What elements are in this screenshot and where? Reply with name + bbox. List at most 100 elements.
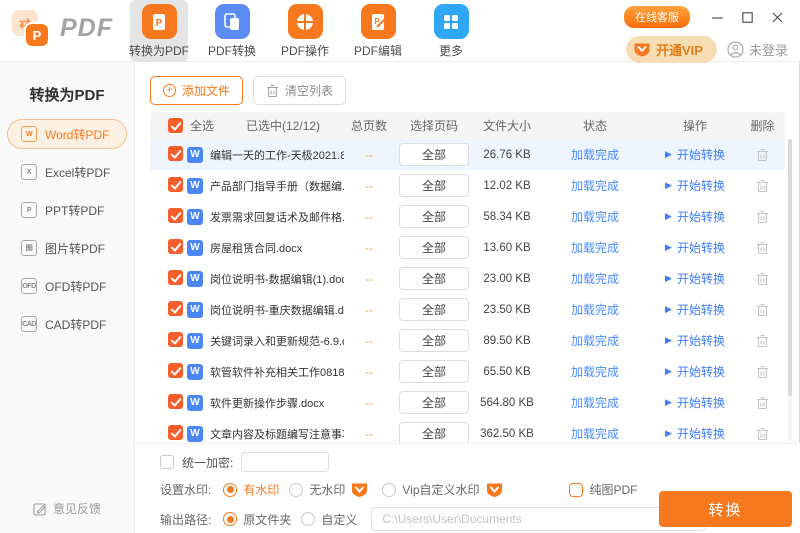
output-original-folder-radio[interactable]: 原文件夹 (223, 511, 291, 528)
start-convert-link[interactable]: ▶ 开始转换 (650, 394, 740, 411)
online-support-badge[interactable]: 在线客服 (624, 6, 690, 28)
scrollbar-thumb[interactable] (788, 139, 792, 396)
table-row[interactable]: W 产品部门指导手册（数据编... -- 全部 12.02 KB 加载完成 ▶ … (150, 170, 785, 201)
tab-label: 更多 (439, 42, 463, 59)
sidebar-item[interactable]: W Word转PDF (7, 119, 127, 149)
file-size: 58.34 KB (474, 211, 540, 223)
sidebar-item[interactable]: X Excel转PDF (7, 157, 127, 187)
footer-panel: 统一加密: 设置水印: 有水印 无水印 Vip自定义水印 (135, 443, 800, 533)
row-checkbox[interactable] (168, 394, 183, 409)
page-select-button[interactable]: 全部 (399, 236, 469, 259)
row-checkbox[interactable] (168, 425, 183, 440)
unified-encrypt-checkbox[interactable] (160, 455, 174, 469)
sidebar-item[interactable]: OFD OFD转PDF (7, 271, 127, 301)
minimize-button[interactable] (702, 8, 732, 26)
tab-more[interactable]: 更多 (422, 0, 480, 62)
play-icon: ▶ (665, 150, 672, 159)
clear-list-button[interactable]: 清空列表 (253, 76, 346, 105)
sidebar-item-label: Excel转PDF (45, 164, 110, 181)
start-convert-link[interactable]: ▶ 开始转换 (650, 239, 740, 256)
start-convert-link[interactable]: ▶ 开始转换 (650, 425, 740, 442)
delete-icon[interactable] (756, 179, 769, 193)
sidebar-item[interactable]: CAD CAD转PDF (7, 309, 127, 339)
delete-icon[interactable] (756, 210, 769, 224)
output-path-input[interactable] (371, 507, 706, 531)
row-checkbox[interactable] (168, 146, 183, 161)
table-row[interactable]: W 软管软件补充相关工作0818(... -- 全部 65.50 KB 加载完成… (150, 356, 785, 387)
table-row[interactable]: W 编辑一天的工作-天极2021.8.... -- 全部 26.76 KB 加载… (150, 139, 785, 170)
file-name: 软管软件补充相关工作0818(... (210, 364, 344, 380)
open-vip-button[interactable]: 开通VIP (626, 36, 717, 63)
page-count: -- (344, 210, 394, 224)
delete-icon[interactable] (756, 148, 769, 162)
start-convert-label: 开始转换 (677, 239, 725, 256)
start-convert-link[interactable]: ▶ 开始转换 (650, 332, 740, 349)
close-button[interactable] (762, 8, 792, 26)
sidebar-item[interactable]: 图 图片转PDF (7, 233, 127, 263)
page-select-button[interactable]: 全部 (399, 422, 469, 443)
page-select-button[interactable]: 全部 (399, 360, 469, 383)
page-select-button[interactable]: 全部 (399, 329, 469, 352)
tab-pdf-edit[interactable]: P PDF编辑 (349, 0, 407, 62)
add-files-button[interactable]: + 添加文件 (150, 76, 243, 105)
scrollbar-track[interactable] (788, 139, 792, 441)
row-checkbox[interactable] (168, 239, 183, 254)
row-checkbox[interactable] (168, 270, 183, 285)
table-row[interactable]: W 房屋租赁合同.docx -- 全部 13.60 KB 加载完成 ▶ 开始转换 (150, 232, 785, 263)
file-size: 89.50 KB (474, 335, 540, 347)
file-size: 13.60 KB (474, 242, 540, 254)
convert-button[interactable]: 转换 (659, 491, 792, 527)
page-select-button[interactable]: 全部 (399, 143, 469, 166)
row-checkbox[interactable] (168, 177, 183, 192)
watermark-with-radio[interactable]: 有水印 (223, 481, 279, 498)
start-convert-link[interactable]: ▶ 开始转换 (650, 363, 740, 380)
delete-icon[interactable] (756, 365, 769, 379)
login-label: 未登录 (749, 40, 788, 59)
table-row[interactable]: W 岗位说明书-重庆数据编辑.doc -- 全部 23.50 KB 加载完成 ▶… (150, 294, 785, 325)
start-convert-link[interactable]: ▶ 开始转换 (650, 270, 740, 287)
login-button[interactable]: 未登录 (727, 40, 788, 59)
delete-icon[interactable] (756, 427, 769, 441)
page-select-button[interactable]: 全部 (399, 205, 469, 228)
delete-icon[interactable] (756, 272, 769, 286)
pdf-edit-icon: P (361, 4, 396, 39)
row-checkbox[interactable] (168, 363, 183, 378)
status-text: 加载完成 (540, 363, 650, 380)
delete-icon[interactable] (756, 396, 769, 410)
page-select-button[interactable]: 全部 (399, 298, 469, 321)
encrypt-password-input[interactable] (241, 452, 329, 472)
status-text: 加载完成 (540, 301, 650, 318)
page-select-button[interactable]: 全部 (399, 267, 469, 290)
tab-convert-to-pdf[interactable]: P 转换为PDF (130, 0, 188, 62)
table-row[interactable]: W 软件更新操作步骤.docx -- 全部 564.80 KB 加载完成 ▶ 开… (150, 387, 785, 418)
page-select-button[interactable]: 全部 (399, 391, 469, 414)
sidebar-item[interactable]: P PPT转PDF (7, 195, 127, 225)
file-name: 发票需求回复话术及邮件格... (210, 209, 344, 225)
maximize-button[interactable] (732, 8, 762, 26)
output-custom-radio[interactable]: 自定义 (301, 511, 357, 528)
table-row[interactable]: W 关键词录入和更新规范-6.9.d... -- 全部 89.50 KB 加载完… (150, 325, 785, 356)
pure-image-pdf-option[interactable]: 纯图PDF (569, 481, 638, 498)
tab-pdf-convert[interactable]: PDF转换 (203, 0, 261, 62)
word-file-icon: W (187, 240, 203, 256)
row-checkbox[interactable] (168, 332, 183, 347)
start-convert-link[interactable]: ▶ 开始转换 (650, 208, 740, 225)
delete-icon[interactable] (756, 241, 769, 255)
watermark-without-radio[interactable]: 无水印 (289, 481, 345, 498)
start-convert-link[interactable]: ▶ 开始转换 (650, 177, 740, 194)
feedback-link[interactable]: 意见反馈 (0, 500, 134, 517)
pure-image-pdf-checkbox[interactable] (569, 483, 583, 497)
tab-pdf-operations[interactable]: PDF操作 (276, 0, 334, 62)
start-convert-link[interactable]: ▶ 开始转换 (650, 146, 740, 163)
select-all-checkbox[interactable] (168, 118, 183, 133)
table-row[interactable]: W 文章内容及标题编写注意事项 -- 全部 362.50 KB 加载完成 ▶ 开… (150, 418, 785, 443)
row-checkbox[interactable] (168, 301, 183, 316)
start-convert-link[interactable]: ▶ 开始转换 (650, 301, 740, 318)
row-checkbox[interactable] (168, 208, 183, 223)
watermark-custom-radio[interactable]: Vip自定义水印 (382, 481, 479, 498)
table-row[interactable]: W 岗位说明书-数据编辑(1).doc -- 全部 23.00 KB 加载完成 … (150, 263, 785, 294)
delete-icon[interactable] (756, 334, 769, 348)
page-select-button[interactable]: 全部 (399, 174, 469, 197)
table-row[interactable]: W 发票需求回复话术及邮件格... -- 全部 58.34 KB 加载完成 ▶ … (150, 201, 785, 232)
delete-icon[interactable] (756, 303, 769, 317)
